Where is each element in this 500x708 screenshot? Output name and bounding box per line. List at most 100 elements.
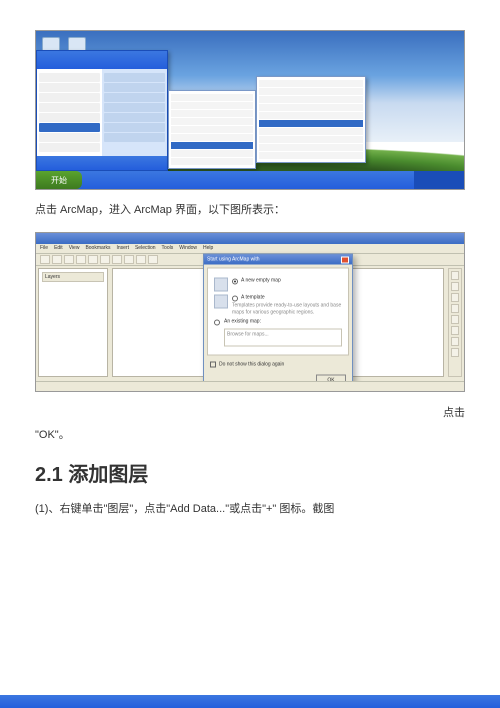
menu-edit: Edit bbox=[54, 245, 63, 251]
option-existing: An existing map: bbox=[224, 319, 261, 326]
menu-bookmarks: Bookmarks bbox=[85, 245, 110, 251]
template-icon bbox=[214, 295, 228, 309]
taskbar-2 bbox=[0, 695, 500, 708]
start-menu-left bbox=[37, 69, 102, 156]
tool-button bbox=[451, 315, 459, 324]
start-menu bbox=[36, 50, 168, 171]
start-menu-item bbox=[104, 113, 165, 122]
menu-help: Help bbox=[203, 245, 213, 251]
tool-button bbox=[451, 337, 459, 346]
arcmap-titlebar bbox=[36, 233, 464, 244]
submenu-item bbox=[171, 126, 253, 133]
toolbar-button bbox=[148, 255, 158, 264]
option-new-map: A new empty map bbox=[241, 278, 281, 285]
submenu-item-arcmap bbox=[259, 120, 363, 127]
submenu-item bbox=[171, 118, 253, 125]
start-menu-item bbox=[104, 93, 165, 102]
submenu-item bbox=[171, 158, 253, 165]
menu-window: Window bbox=[179, 245, 197, 251]
arcgis-submenu bbox=[256, 76, 366, 163]
start-menu-header bbox=[37, 51, 167, 69]
submenu-item bbox=[171, 134, 253, 141]
menu-tools: Tools bbox=[162, 245, 174, 251]
figure-xp-desktop: 开始 bbox=[35, 30, 465, 190]
menu-insert: Insert bbox=[116, 245, 129, 251]
taskbar: 开始 bbox=[36, 171, 464, 189]
submenu-item bbox=[171, 150, 253, 157]
tool-button bbox=[451, 348, 459, 357]
start-dialog: Start using ArcMap with A new empty map bbox=[203, 254, 353, 391]
submenu-item bbox=[259, 80, 363, 87]
start-menu-item bbox=[39, 93, 100, 102]
submenu-item bbox=[259, 136, 363, 143]
dialog-body: A new empty map A template bbox=[207, 268, 349, 356]
figure-arcmap: File Edit View Bookmarks Insert Selectio… bbox=[35, 232, 465, 392]
submenu-item bbox=[259, 104, 363, 111]
submenu-item bbox=[259, 144, 363, 151]
submenu-item bbox=[259, 152, 363, 159]
menu-file: File bbox=[40, 245, 48, 251]
arcmap-statusbar bbox=[36, 381, 464, 391]
toolbar-button bbox=[100, 255, 110, 264]
tool-button bbox=[451, 304, 459, 313]
system-tray bbox=[414, 171, 464, 189]
start-menu-right bbox=[102, 69, 167, 156]
toolbar-button bbox=[76, 255, 86, 264]
start-menu-item bbox=[39, 83, 100, 92]
trail-ok: "OK"。 bbox=[35, 426, 465, 442]
dialog-title: Start using ArcMap with bbox=[207, 257, 260, 263]
programs-submenu bbox=[168, 90, 256, 169]
start-menu-item bbox=[39, 73, 100, 82]
toc-header: Layers bbox=[42, 272, 104, 282]
submenu-item bbox=[259, 96, 363, 103]
start-menu-item bbox=[104, 133, 165, 142]
step-1: (1)、右键单击"图层"，点击"Add Data..."或点击"+" 图标。截图 bbox=[35, 501, 465, 519]
caption-1: 点击 ArcMap，进入 ArcMap 界面，以下图所表示： bbox=[35, 202, 465, 220]
checkbox-dont-show bbox=[210, 362, 216, 368]
section-title: 添加图层 bbox=[68, 464, 148, 486]
right-toolbar bbox=[448, 268, 462, 377]
submenu-item bbox=[171, 110, 253, 117]
menu-selection: Selection bbox=[135, 245, 156, 251]
trail-right: 点击 bbox=[443, 404, 465, 420]
submenu-item bbox=[171, 94, 253, 101]
browse-maps: Browse for maps... bbox=[227, 332, 339, 339]
start-menu-item bbox=[39, 133, 100, 142]
toolbar-button bbox=[40, 255, 50, 264]
toolbar-button bbox=[88, 255, 98, 264]
toolbar-button bbox=[136, 255, 146, 264]
arcmap-menubar: File Edit View Bookmarks Insert Selectio… bbox=[36, 244, 464, 254]
tool-button bbox=[451, 326, 459, 335]
menu-view: View bbox=[69, 245, 80, 251]
toolbar-button bbox=[124, 255, 134, 264]
screenshot-arcmap: File Edit View Bookmarks Insert Selectio… bbox=[35, 232, 465, 392]
tool-button bbox=[451, 293, 459, 302]
toolbar-button bbox=[52, 255, 62, 264]
start-menu-item bbox=[39, 113, 100, 122]
checkbox-label: Do not show this dialog again bbox=[219, 362, 284, 368]
start-menu-item bbox=[104, 103, 165, 112]
option-template-desc: Templates provide ready-to-use layouts a… bbox=[232, 303, 342, 316]
start-menu-item bbox=[39, 143, 100, 152]
submenu-item bbox=[259, 88, 363, 95]
section-heading: 2.1 添加图层 bbox=[35, 458, 465, 487]
table-of-contents: Layers bbox=[38, 268, 108, 377]
close-icon bbox=[341, 256, 349, 263]
toolbar-button bbox=[112, 255, 122, 264]
start-menu-item bbox=[39, 103, 100, 112]
start-menu-item bbox=[104, 123, 165, 132]
submenu-item bbox=[259, 112, 363, 119]
start-menu-item-programs bbox=[39, 123, 100, 132]
radio-template bbox=[232, 296, 238, 302]
tool-button bbox=[451, 282, 459, 291]
radio-new-map bbox=[232, 279, 238, 285]
submenu-item bbox=[259, 128, 363, 135]
section-number: 2.1 bbox=[35, 464, 63, 486]
toolbar-button bbox=[64, 255, 74, 264]
screenshot-desktop: 开始 bbox=[35, 30, 465, 190]
start-menu-item bbox=[104, 83, 165, 92]
start-menu-footer bbox=[37, 156, 167, 170]
option-template: A template bbox=[241, 295, 265, 302]
map-canvas: Start using ArcMap with A new empty map bbox=[112, 268, 444, 377]
new-map-icon bbox=[214, 278, 228, 292]
